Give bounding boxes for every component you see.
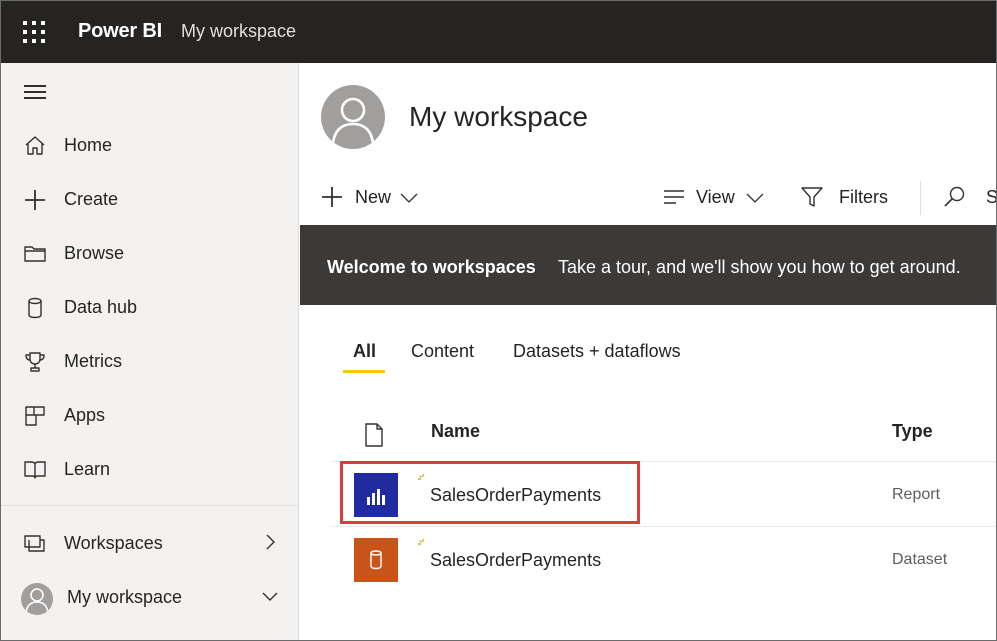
plus-icon — [25, 190, 45, 210]
nav-item-data-hub[interactable]: Data hub — [1, 286, 298, 330]
view-button[interactable]: View — [663, 175, 768, 219]
active-tab-indicator — [343, 370, 385, 373]
nav-item-my-workspace[interactable]: My workspace — [1, 576, 298, 620]
top-bar: Power BI My workspace — [1, 1, 996, 63]
nav-item-label: Browse — [64, 243, 125, 263]
view-lines-icon — [664, 190, 684, 204]
database-icon — [28, 297, 42, 319]
apps-icon — [25, 406, 45, 426]
nav-item-apps[interactable]: Apps — [1, 394, 298, 438]
new-button[interactable]: New — [321, 175, 421, 219]
column-header-type[interactable]: Type — [892, 421, 933, 442]
search-icon — [944, 186, 965, 207]
trophy-icon — [25, 352, 45, 372]
workspaces-icon — [24, 535, 45, 552]
avatar — [21, 583, 53, 615]
hamburger-menu-icon[interactable] — [24, 83, 48, 101]
plus-icon — [322, 187, 342, 207]
item-type: Dataset — [892, 551, 948, 568]
chevron-right-icon[interactable] — [260, 532, 280, 552]
filter-icon — [801, 187, 823, 207]
nav-item-learn[interactable]: Learn — [1, 448, 298, 492]
nav-item-workspaces[interactable]: Workspaces — [1, 522, 298, 566]
app-launcher-icon[interactable] — [23, 21, 45, 43]
workspace-avatar — [321, 85, 385, 149]
nav-item-label: My workspace — [67, 587, 183, 607]
breadcrumb[interactable]: My workspace — [181, 21, 296, 42]
item-type: Report — [892, 486, 941, 503]
table-row[interactable]: SalesOrderPayments Report — [331, 462, 996, 526]
new-label: New — [355, 187, 392, 207]
nav-item-label: Metrics — [64, 351, 122, 371]
nav-item-label: Home — [64, 135, 113, 155]
banner-title: Welcome to workspaces — [327, 257, 536, 277]
nav-item-label: Apps — [64, 405, 106, 425]
home-icon — [25, 136, 45, 155]
nav-divider — [1, 505, 298, 506]
nav-item-label: Create — [64, 189, 119, 209]
nav-item-metrics[interactable]: Metrics — [1, 340, 298, 384]
table-row[interactable]: SalesOrderPayments Dataset — [331, 527, 996, 591]
nav-item-label: Data hub — [64, 297, 138, 317]
page-title: My workspace — [409, 101, 588, 132]
nav-item-label: Learn — [64, 459, 111, 479]
search-button[interactable]: S — [943, 175, 997, 219]
column-header-name[interactable]: Name — [431, 421, 480, 442]
book-icon — [24, 461, 46, 479]
welcome-banner[interactable]: Welcome to workspaces Take a tour, and w… — [300, 225, 996, 305]
tab-content[interactable]: Content — [411, 341, 474, 375]
report-icon — [354, 473, 398, 517]
chevron-down-icon[interactable] — [260, 586, 280, 606]
dataset-icon — [354, 538, 398, 582]
command-divider — [920, 181, 921, 215]
filters-button[interactable]: Filters — [800, 175, 900, 219]
new-item-sparkle-icon — [418, 539, 424, 545]
left-nav: Home Create Browse Data hub Metrics Apps… — [1, 63, 299, 640]
folder-icon — [24, 246, 46, 262]
app-window: Power BI My workspace Home Create Browse — [0, 0, 997, 641]
app-name[interactable]: Power BI — [78, 20, 162, 43]
item-name[interactable]: SalesOrderPayments — [430, 485, 601, 506]
filters-label: Filters — [839, 187, 888, 207]
nav-item-browse[interactable]: Browse — [1, 232, 298, 276]
item-name[interactable]: SalesOrderPayments — [430, 550, 601, 571]
file-type-icon — [365, 423, 383, 447]
tab-datasets-dataflows[interactable]: Datasets + dataflows — [513, 341, 681, 375]
nav-item-create[interactable]: Create — [1, 178, 298, 222]
nav-item-home[interactable]: Home — [1, 124, 298, 168]
banner-text: Take a tour, and we'll show you how to g… — [558, 257, 961, 277]
main-content: My workspace New View Filters S Welcome … — [300, 63, 997, 640]
new-item-sparkle-icon — [418, 474, 424, 480]
chevron-down-icon — [400, 193, 418, 203]
search-label: S — [986, 187, 997, 207]
nav-item-label: Workspaces — [64, 533, 163, 553]
view-label: View — [696, 187, 735, 207]
chevron-down-icon — [746, 193, 764, 203]
